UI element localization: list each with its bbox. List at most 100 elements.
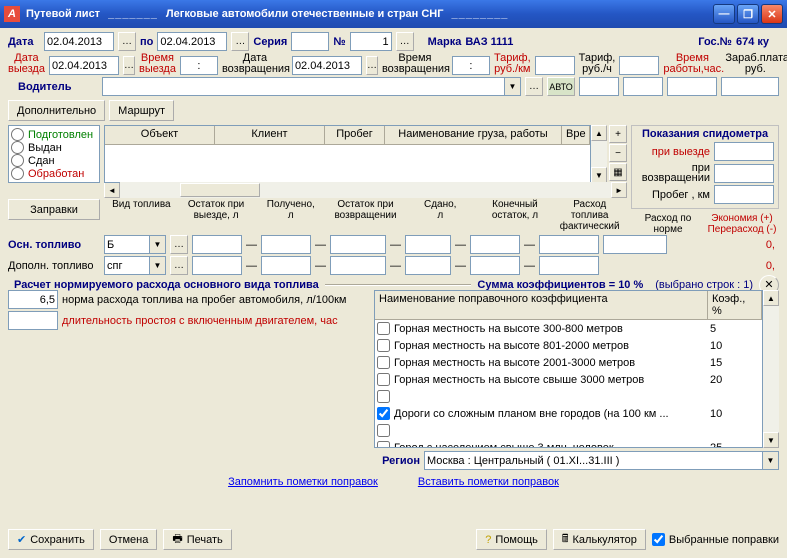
coef-checkbox[interactable] bbox=[377, 424, 390, 437]
help-button[interactable]: ?Помощь bbox=[476, 529, 547, 550]
odometer-out-input[interactable] bbox=[714, 142, 774, 161]
coef-checkbox[interactable] bbox=[377, 407, 390, 420]
grid-view-button[interactable]: ▦ bbox=[609, 163, 627, 181]
region-select[interactable]: Москва : Центральный ( 01.XI...31.III )▼ bbox=[424, 451, 779, 470]
status-prepared-radio[interactable] bbox=[11, 128, 24, 141]
driver-select[interactable]: ▼ bbox=[102, 77, 521, 96]
coef-row[interactable]: Горная местность на высоте свыше 3000 ме… bbox=[375, 371, 762, 388]
fuel-main-rest-ret[interactable] bbox=[330, 235, 386, 254]
coef-value: 10 bbox=[710, 340, 760, 352]
series-input[interactable] bbox=[291, 32, 329, 51]
time-out-input[interactable] bbox=[180, 56, 218, 75]
coef-row[interactable] bbox=[375, 422, 762, 439]
coef-checkbox[interactable] bbox=[377, 339, 390, 352]
date-from-input[interactable] bbox=[44, 32, 114, 51]
idle-label: длительность простоя с включенным двигат… bbox=[62, 315, 338, 327]
date-return-picker[interactable]: … bbox=[366, 56, 378, 75]
coef-list: Наименование поправочного коэффициента К… bbox=[374, 290, 763, 448]
auto-button[interactable]: АВТО bbox=[547, 77, 575, 96]
status-processed-radio[interactable] bbox=[11, 167, 24, 180]
fuel-add-actual[interactable] bbox=[539, 256, 599, 275]
extra-input-2[interactable] bbox=[623, 77, 663, 96]
fuel-col-rest-out: Остаток при выезде, л bbox=[179, 199, 254, 232]
coef-value: 10 bbox=[710, 408, 760, 420]
coef-vscroll[interactable]: ▲▼ bbox=[763, 290, 779, 448]
fuel-main-select[interactable]: Б▼ bbox=[104, 235, 166, 254]
coef-checkbox[interactable] bbox=[377, 441, 390, 448]
rate-h-input[interactable] bbox=[619, 56, 659, 75]
coef-row[interactable]: Горная местность на высоте 300-800 метро… bbox=[375, 320, 762, 337]
fuel-main-picker[interactable]: … bbox=[170, 235, 188, 254]
fuel-add-final[interactable] bbox=[470, 256, 520, 275]
fuel-add-received[interactable] bbox=[261, 256, 311, 275]
date-return-input[interactable] bbox=[292, 56, 362, 75]
odometer-run-input[interactable] bbox=[714, 185, 774, 204]
fuel-main-rest-out[interactable] bbox=[192, 235, 242, 254]
coef-row[interactable]: Горная местность на высоте 2001-3000 мет… bbox=[375, 354, 762, 371]
minimize-button[interactable]: — bbox=[713, 4, 735, 24]
time-return-input[interactable] bbox=[452, 56, 490, 75]
salary-input[interactable] bbox=[721, 77, 779, 96]
series-label: Серия bbox=[253, 36, 287, 48]
fuel-col-received: Получено, л bbox=[253, 199, 328, 232]
fuel-main-norm[interactable] bbox=[603, 235, 667, 254]
coef-checkbox[interactable] bbox=[377, 322, 390, 335]
extra-input-1[interactable] bbox=[579, 77, 619, 96]
fuel-main-received[interactable] bbox=[261, 235, 311, 254]
idle-value-input[interactable] bbox=[8, 311, 58, 330]
maximize-button[interactable]: ❐ bbox=[737, 4, 759, 24]
odometer-ret-input[interactable] bbox=[714, 164, 774, 183]
paste-marks-link[interactable]: Вставить пометки поправок bbox=[418, 476, 559, 488]
coef-name: Город с населением свыше 3 млн. человек bbox=[394, 442, 710, 449]
odometer-box: Показания спидометра при выезде при возв… bbox=[631, 125, 779, 209]
refuel-button[interactable]: Заправки bbox=[8, 199, 100, 220]
extra-button[interactable]: Дополнительно bbox=[8, 100, 105, 121]
date-to-label: по bbox=[140, 36, 153, 48]
number-input[interactable] bbox=[350, 32, 392, 51]
selected-coefs-checkbox[interactable] bbox=[652, 533, 665, 546]
close-button[interactable]: ✕ bbox=[761, 4, 783, 24]
fuel-add-done[interactable] bbox=[405, 256, 451, 275]
date-to-input[interactable] bbox=[157, 32, 227, 51]
coef-checkbox[interactable] bbox=[377, 356, 390, 369]
fuel-add-select[interactable]: спг▼ bbox=[104, 256, 166, 275]
status-issued-radio[interactable] bbox=[11, 141, 24, 154]
fuel-main-actual[interactable] bbox=[539, 235, 599, 254]
fuel-add-picker[interactable]: … bbox=[170, 256, 188, 275]
coef-row[interactable]: Город с населением свыше 3 млн. человек2… bbox=[375, 439, 762, 448]
print-button[interactable]: 🖶Печать bbox=[163, 529, 231, 550]
cancel-button[interactable]: Отмена bbox=[100, 529, 157, 550]
fuel-add-rest-out[interactable] bbox=[192, 256, 242, 275]
calculator-button[interactable]: 🖩Калькулятор bbox=[553, 529, 646, 550]
coef-row[interactable] bbox=[375, 388, 762, 405]
date-to-picker[interactable]: … bbox=[231, 32, 249, 51]
driver-picker[interactable]: … bbox=[525, 77, 543, 96]
date-label: Дата bbox=[8, 36, 40, 48]
number-picker[interactable]: … bbox=[396, 32, 414, 51]
norm-value-input[interactable] bbox=[8, 290, 58, 309]
trips-grid[interactable]: Объект Клиент Пробег Наименование груза,… bbox=[104, 125, 591, 183]
fuel-add-rest-ret[interactable] bbox=[330, 256, 386, 275]
grid-hscroll[interactable]: ◄► bbox=[104, 182, 627, 198]
grid-vscroll[interactable]: ▲▼ bbox=[591, 125, 607, 183]
fuel-main-done[interactable] bbox=[405, 235, 451, 254]
coef-checkbox[interactable] bbox=[377, 390, 390, 403]
date-from-picker[interactable]: … bbox=[118, 32, 136, 51]
route-button[interactable]: Маршрут bbox=[109, 100, 174, 121]
save-marks-link[interactable]: Запомнить пометки поправок bbox=[228, 476, 378, 488]
date-out-picker[interactable]: … bbox=[123, 56, 135, 75]
gosnum-label: Гос.№ bbox=[698, 36, 732, 48]
coef-row[interactable]: Горная местность на высоте 801-2000 метр… bbox=[375, 337, 762, 354]
date-out-input[interactable] bbox=[49, 56, 119, 75]
save-button[interactable]: ✔Сохранить bbox=[8, 529, 94, 550]
coef-checkbox[interactable] bbox=[377, 373, 390, 386]
fuel-main-final[interactable] bbox=[470, 235, 520, 254]
fuel-main-econ: 0, bbox=[671, 239, 779, 251]
coef-row[interactable]: Дороги со сложным планом вне городов (на… bbox=[375, 405, 762, 422]
grid-add-button[interactable]: + bbox=[609, 125, 627, 143]
work-h-input[interactable] bbox=[667, 77, 717, 96]
status-submitted-radio[interactable] bbox=[11, 154, 24, 167]
grid-del-button[interactable]: − bbox=[609, 144, 627, 162]
coef-name: Дороги со сложным планом вне городов (на… bbox=[394, 408, 710, 420]
rate-km-input[interactable] bbox=[535, 56, 575, 75]
